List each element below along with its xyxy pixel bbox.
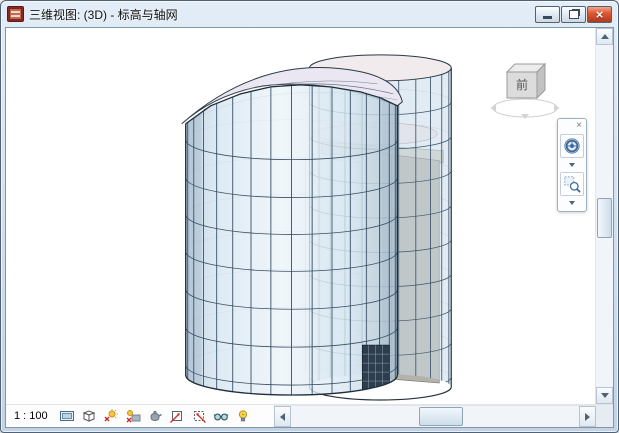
horizontal-scrollbar[interactable] (274, 405, 596, 427)
view-cube[interactable]: 前 (486, 56, 564, 128)
scroll-right-button[interactable] (579, 406, 596, 427)
up-arrow-icon (601, 34, 609, 39)
visual-style-icon (81, 408, 97, 424)
steering-wheel-button[interactable] (560, 134, 584, 158)
3d-viewport[interactable]: 前 × (6, 28, 595, 404)
rendering-dialog-icon (147, 408, 163, 424)
minimize-button[interactable] (535, 6, 560, 23)
down-arrow-icon (601, 393, 609, 398)
sun-path-button[interactable] (103, 408, 120, 425)
sun-path-icon (103, 408, 119, 424)
vertical-scroll-thumb[interactable] (597, 198, 612, 238)
shadows-button[interactable] (125, 408, 142, 425)
crop-view-button[interactable] (169, 408, 186, 425)
zoom-menu-chevron-icon[interactable] (569, 199, 575, 207)
show-rendering-dialog-button[interactable] (147, 408, 164, 425)
close-button[interactable]: × (587, 6, 612, 23)
compass-east-arrow-icon (554, 105, 560, 111)
restore-icon (569, 10, 579, 19)
zoom-button[interactable] (560, 172, 584, 196)
detail-level-icon (59, 408, 75, 424)
temporary-hide-isolate-button[interactable] (213, 408, 230, 425)
view-control-bar: 1 : 100 (6, 405, 274, 427)
scroll-down-button[interactable] (596, 387, 613, 404)
vertical-scroll-track[interactable] (596, 45, 613, 387)
navbar-close-icon[interactable]: × (576, 121, 582, 131)
resize-corner (596, 405, 613, 427)
window-controls: × (535, 6, 612, 23)
reveal-hidden-elements-button[interactable] (235, 408, 252, 425)
revit-view-window: 三维视图: (3D) - 标高与轴网 × (0, 0, 619, 433)
scroll-left-button[interactable] (274, 406, 291, 427)
scale-control[interactable]: 1 : 100 (14, 410, 48, 422)
show-crop-region-button[interactable] (191, 408, 208, 425)
crop-region-icon (191, 408, 207, 424)
shadows-icon (125, 408, 141, 424)
restore-button[interactable] (561, 6, 586, 23)
lightbulb-icon (235, 408, 251, 424)
close-icon: × (596, 8, 604, 21)
hide-isolate-glasses-icon (213, 408, 229, 424)
title-bar[interactable]: 三维视图: (3D) - 标高与轴网 × (1, 1, 618, 27)
3d-view-document-icon (7, 6, 24, 22)
viewcube-front-label: 前 (516, 77, 528, 92)
compass-west-arrow-icon (490, 105, 496, 111)
zoom-icon (563, 175, 581, 193)
client-area: 前 × (5, 27, 614, 428)
navigation-bar: × (557, 118, 587, 212)
wheel-menu-chevron-icon[interactable] (569, 161, 575, 169)
left-arrow-icon (280, 413, 285, 421)
horizontal-scroll-track[interactable] (291, 406, 579, 427)
minimize-icon (543, 16, 552, 19)
horizontal-scroll-thumb[interactable] (419, 407, 463, 426)
steering-wheel-icon (563, 137, 581, 155)
window-title: 三维视图: (3D) - 标高与轴网 (29, 6, 530, 23)
right-arrow-icon (585, 413, 590, 421)
scroll-up-button[interactable] (596, 28, 613, 45)
vertical-scrollbar[interactable] (595, 28, 613, 404)
crop-view-icon (169, 408, 185, 424)
detail-level-button[interactable] (59, 408, 76, 425)
visual-style-button[interactable] (81, 408, 98, 425)
bottom-bar: 1 : 100 (6, 404, 613, 427)
